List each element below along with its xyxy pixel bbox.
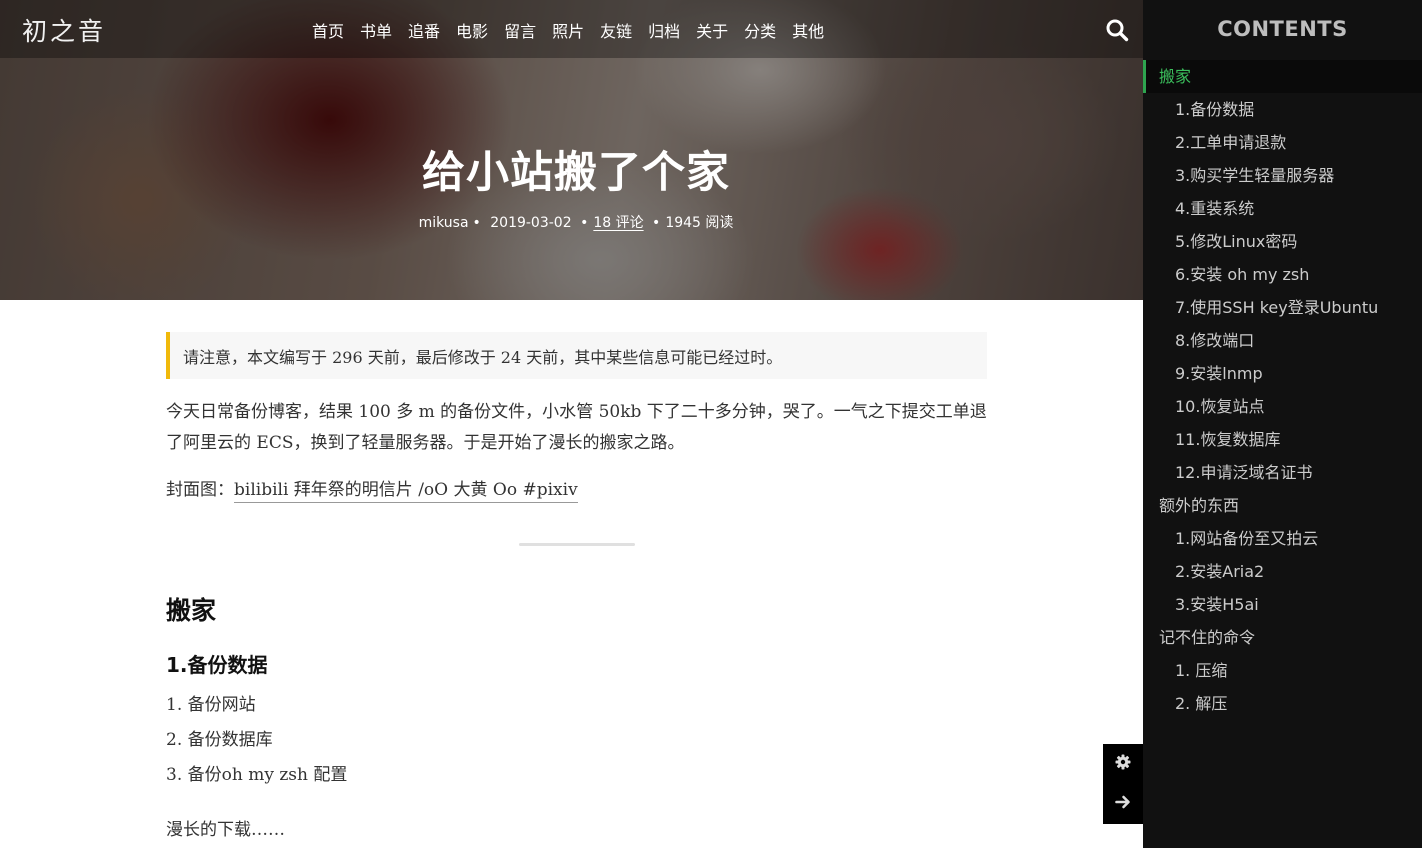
cover-label: 封面图： <box>166 480 234 500</box>
nav-item-links[interactable]: 友链 <box>600 18 632 42</box>
toc-item[interactable]: 额外的东西 <box>1143 489 1422 522</box>
post-meta: mikusa • 2019-03-02 • 18 评论 • 1945 阅读 <box>0 212 1152 232</box>
site-logo[interactable]: 初之音 <box>22 12 106 48</box>
toc-item[interactable]: 3.安装H5ai <box>1143 588 1422 621</box>
toc-item[interactable]: 6.安装 oh my zsh <box>1143 258 1422 291</box>
toc-item[interactable]: 12.申请泛域名证书 <box>1143 456 1422 489</box>
toc-item[interactable]: 11.恢复数据库 <box>1143 423 1422 456</box>
nav-item-movies[interactable]: 电影 <box>456 18 488 42</box>
toc-item[interactable]: 9.安装lnmp <box>1143 357 1422 390</box>
post-title: 给小站搬了个家 <box>422 148 730 198</box>
cover-link[interactable]: bilibili 拜年祭的明信片 /oO 大黄 Oo #pixiv <box>234 480 578 503</box>
toc-item[interactable]: 记不住的命令 <box>1143 621 1422 654</box>
meta-separator: • <box>472 215 481 231</box>
search-icon[interactable] <box>1105 18 1129 46</box>
toc-item[interactable]: 10.恢复站点 <box>1143 390 1422 423</box>
nav-item-about[interactable]: 关于 <box>696 18 728 42</box>
toc-sidebar: CONTENTS 搬家 1.备份数据 2.工单申请退款 3.购买学生轻量服务器 4.重装… <box>1143 0 1422 848</box>
floating-toolbar <box>1103 744 1143 824</box>
toc-title: CONTENTS <box>1217 17 1348 41</box>
nav-item-categories[interactable]: 分类 <box>744 18 776 42</box>
post-author[interactable]: mikusa <box>419 215 469 231</box>
article-body: 请注意，本文编写于 296 天前，最后修改于 24 天前，其中某些信息可能已经过… <box>166 332 987 840</box>
next-button[interactable] <box>1103 784 1143 824</box>
list-item: 3. 备份oh my zsh 配置 <box>166 765 348 785</box>
nav-item-archive[interactable]: 归档 <box>648 18 680 42</box>
cover-credit: 封面图：bilibili 拜年祭的明信片 /oO 大黄 Oo #pixiv <box>166 475 987 503</box>
outdated-notice: 请注意，本文编写于 296 天前，最后修改于 24 天前，其中某些信息可能已经过… <box>166 332 987 379</box>
toc-item[interactable]: 1.备份数据 <box>1143 93 1422 126</box>
backup-list: 1. 备份网站 2. 备份数据库 3. 备份oh my zsh 配置 <box>166 690 987 795</box>
toc-item[interactable]: 3.购买学生轻量服务器 <box>1143 159 1422 192</box>
nav-item-guestbook[interactable]: 留言 <box>504 18 536 42</box>
section-heading: 搬家 <box>166 596 217 625</box>
subsection-heading: 1.备份数据 <box>166 653 268 677</box>
toc-item[interactable]: 2.安装Aria2 <box>1143 555 1422 588</box>
nav-item-home[interactable]: 首页 <box>312 18 344 42</box>
toc-item[interactable]: 4.重装系统 <box>1143 192 1422 225</box>
post-date: 2019-03-02 <box>490 215 572 231</box>
nav-item-books[interactable]: 书单 <box>360 18 392 42</box>
toc-item[interactable]: 7.使用SSH key登录Ubuntu <box>1143 291 1422 324</box>
toc-item[interactable]: 2.工单申请退款 <box>1143 126 1422 159</box>
section-divider <box>518 543 635 546</box>
intro-paragraph: 今天日常备份博客，结果 100 多 m 的备份文件，小水管 50kb 下了二十多… <box>166 402 987 453</box>
toc-item[interactable]: 1. 压缩 <box>1143 654 1422 687</box>
nav-item-photos[interactable]: 照片 <box>552 18 584 42</box>
toc-item[interactable]: 5.修改Linux密码 <box>1143 225 1422 258</box>
post-views: 1945 阅读 <box>665 215 734 231</box>
toc-item[interactable]: 8.修改端口 <box>1143 324 1422 357</box>
meta-separator: • <box>647 215 661 231</box>
tail-paragraph: 漫长的下载…… <box>166 820 285 840</box>
toc-item[interactable]: 1.网站备份至又拍云 <box>1143 522 1422 555</box>
list-item: 1. 备份网站 <box>166 695 256 715</box>
settings-button[interactable] <box>1103 744 1143 784</box>
toc-list: 搬家 1.备份数据 2.工单申请退款 3.购买学生轻量服务器 4.重装系统 5.修改Lin… <box>1143 60 1422 720</box>
meta-separator: • <box>575 215 589 231</box>
toc-item[interactable]: 2. 解压 <box>1143 687 1422 720</box>
nav-item-other[interactable]: 其他 <box>792 18 824 42</box>
top-navbar: 初之音 首页 书单 追番 电影 留言 照片 友链 归档 关于 分类 其他 <box>0 0 1143 58</box>
nav-item-anime[interactable]: 追番 <box>408 18 440 42</box>
list-item: 2. 备份数据库 <box>166 730 273 750</box>
gear-icon <box>1115 754 1131 774</box>
arrow-right-icon <box>1115 794 1131 814</box>
toc-item[interactable]: 搬家 <box>1143 60 1422 93</box>
nav-menu: 首页 书单 追番 电影 留言 照片 友链 归档 关于 分类 其他 <box>312 18 824 42</box>
post-comments-link[interactable]: 18 评论 <box>593 215 643 231</box>
